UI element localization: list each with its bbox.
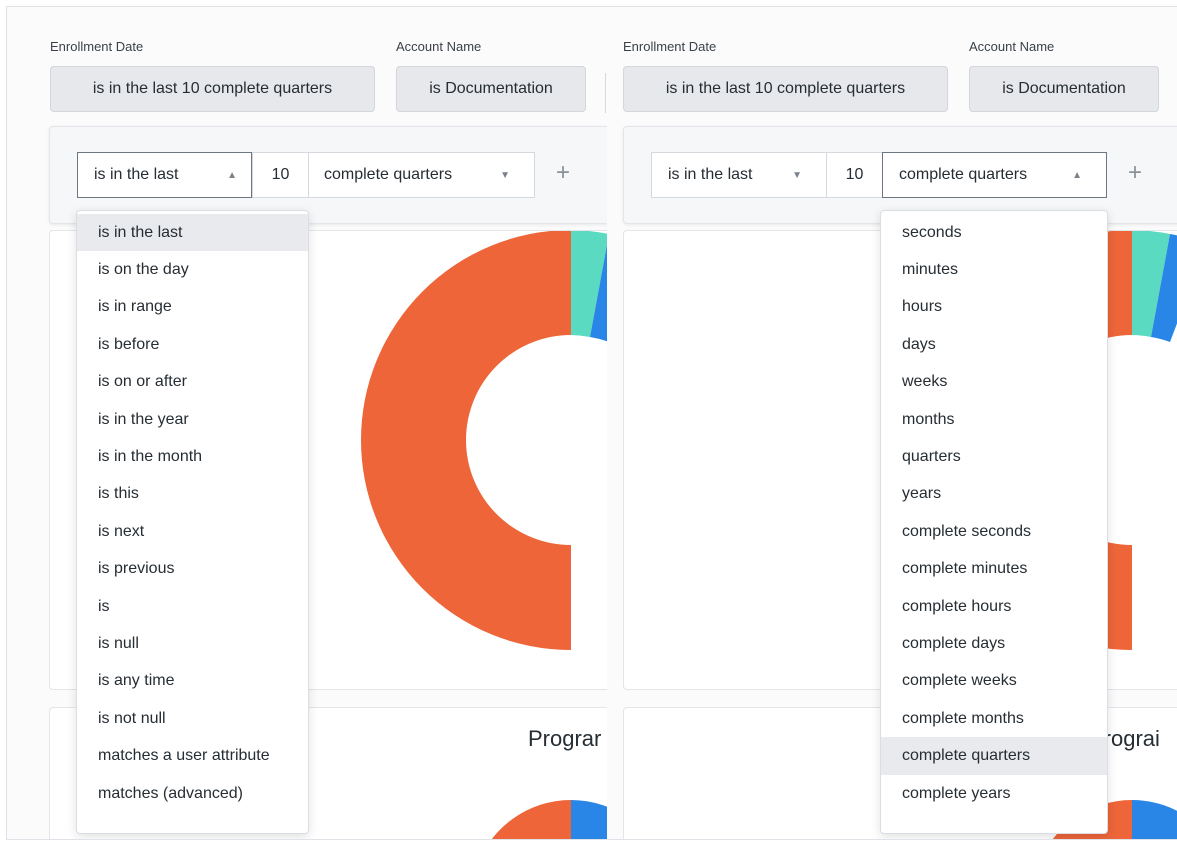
number-input-value: 10 bbox=[845, 166, 864, 183]
unit-option[interactable]: complete hours bbox=[881, 588, 1107, 625]
operator-option[interactable]: matches a user attribute bbox=[77, 737, 308, 774]
operator-option[interactable]: is this bbox=[77, 476, 308, 513]
donut-slice-blue[interactable] bbox=[1132, 800, 1177, 840]
caret-down-icon: ▼ bbox=[500, 169, 510, 181]
unit-option[interactable]: years bbox=[881, 476, 1107, 513]
donut-slice-orange[interactable] bbox=[361, 231, 571, 650]
number-input[interactable]: 10 bbox=[826, 152, 883, 198]
unit-option[interactable]: minutes bbox=[881, 251, 1107, 288]
operator-option[interactable]: is in the last bbox=[77, 214, 308, 252]
dashboard-frame: Enrollment Date Account Name is in the l… bbox=[6, 6, 1177, 840]
number-input-value: 10 bbox=[271, 166, 290, 183]
enrollment-date-filter-chip[interactable]: is in the last 10 complete quarters bbox=[50, 66, 375, 112]
unit-option[interactable]: complete seconds bbox=[881, 513, 1107, 550]
enrollment-date-filter-chip[interactable]: is in the last 10 complete quarters bbox=[623, 66, 948, 112]
unit-option[interactable]: complete weeks bbox=[881, 663, 1107, 700]
filter-label-enrollment-date: Enrollment Date bbox=[623, 39, 717, 54]
account-name-filter-chip[interactable]: is Documentation bbox=[969, 66, 1159, 112]
donut-slice-orange[interactable] bbox=[476, 800, 571, 840]
unit-option[interactable]: days bbox=[881, 326, 1107, 363]
pane-divider bbox=[605, 73, 606, 113]
unit-option[interactable]: complete years bbox=[881, 775, 1107, 812]
operator-option[interactable]: is null bbox=[77, 625, 308, 662]
unit-option[interactable]: complete quarters bbox=[881, 737, 1107, 775]
filter-label-account-name: Account Name bbox=[969, 39, 1055, 54]
operator-option[interactable]: is next bbox=[77, 513, 308, 550]
operator-option[interactable]: is previous bbox=[77, 551, 308, 588]
unit-dropdown-menu: seconds minutes hours days weeks months … bbox=[880, 210, 1108, 834]
operator-option[interactable]: is on or after bbox=[77, 364, 308, 401]
operator-option[interactable]: is in the year bbox=[77, 401, 308, 438]
operator-option[interactable]: is before bbox=[77, 326, 308, 363]
filter-chip-value: is Documentation bbox=[429, 80, 553, 97]
unit-option[interactable]: hours bbox=[881, 289, 1107, 326]
right-dashboard-pane: Enrollment Date Account Name is in the l… bbox=[614, 7, 1177, 840]
operator-option[interactable]: is in range bbox=[77, 289, 308, 326]
operator-option[interactable]: is in the month bbox=[77, 438, 308, 475]
unit-option[interactable]: seconds bbox=[881, 214, 1107, 251]
filter-label-enrollment-date: Enrollment Date bbox=[50, 39, 144, 54]
unit-option[interactable]: quarters bbox=[881, 438, 1107, 475]
unit-option[interactable]: weeks bbox=[881, 364, 1107, 401]
filter-chip-value: is in the last 10 complete quarters bbox=[92, 80, 333, 97]
operator-select[interactable]: is in the last ▲ bbox=[77, 152, 252, 198]
filter-label-account-name: Account Name bbox=[396, 39, 482, 54]
operator-option[interactable]: matches (advanced) bbox=[77, 775, 308, 812]
unit-option[interactable]: complete months bbox=[881, 700, 1107, 737]
donut-slice-blue[interactable] bbox=[571, 800, 607, 840]
operator-option[interactable]: is bbox=[77, 588, 308, 625]
account-name-filter-chip[interactable]: is Documentation bbox=[396, 66, 586, 112]
operator-option[interactable]: is not null bbox=[77, 700, 308, 737]
operator-select-value: is in the last bbox=[94, 166, 179, 183]
unit-select-value: complete quarters bbox=[324, 166, 453, 183]
unit-select-value: complete quarters bbox=[899, 166, 1028, 183]
unit-option[interactable]: months bbox=[881, 401, 1107, 438]
operator-select-value: is in the last bbox=[668, 166, 753, 183]
caret-up-icon: ▲ bbox=[227, 169, 237, 181]
unit-select[interactable]: complete quarters ▼ bbox=[308, 152, 535, 198]
add-condition-button[interactable]: + bbox=[1128, 161, 1142, 185]
filter-chip-value: is Documentation bbox=[1002, 80, 1126, 97]
operator-option[interactable]: is on the day bbox=[77, 251, 308, 288]
unit-option[interactable]: complete days bbox=[881, 625, 1107, 662]
caret-up-icon: ▲ bbox=[1072, 169, 1082, 181]
number-input[interactable]: 10 bbox=[252, 152, 309, 198]
left-dashboard-pane: Enrollment Date Account Name is in the l… bbox=[7, 7, 607, 840]
operator-dropdown-menu: is in the last is on the day is in range… bbox=[76, 210, 309, 834]
add-condition-button[interactable]: + bbox=[556, 161, 570, 185]
operator-select[interactable]: is in the last ▼ bbox=[651, 152, 827, 198]
caret-down-icon: ▼ bbox=[792, 169, 802, 181]
filter-chip-value: is in the last 10 complete quarters bbox=[665, 80, 906, 97]
operator-option[interactable]: is any time bbox=[77, 663, 308, 700]
unit-option[interactable]: complete minutes bbox=[881, 551, 1107, 588]
unit-select[interactable]: complete quarters ▲ bbox=[882, 152, 1107, 198]
